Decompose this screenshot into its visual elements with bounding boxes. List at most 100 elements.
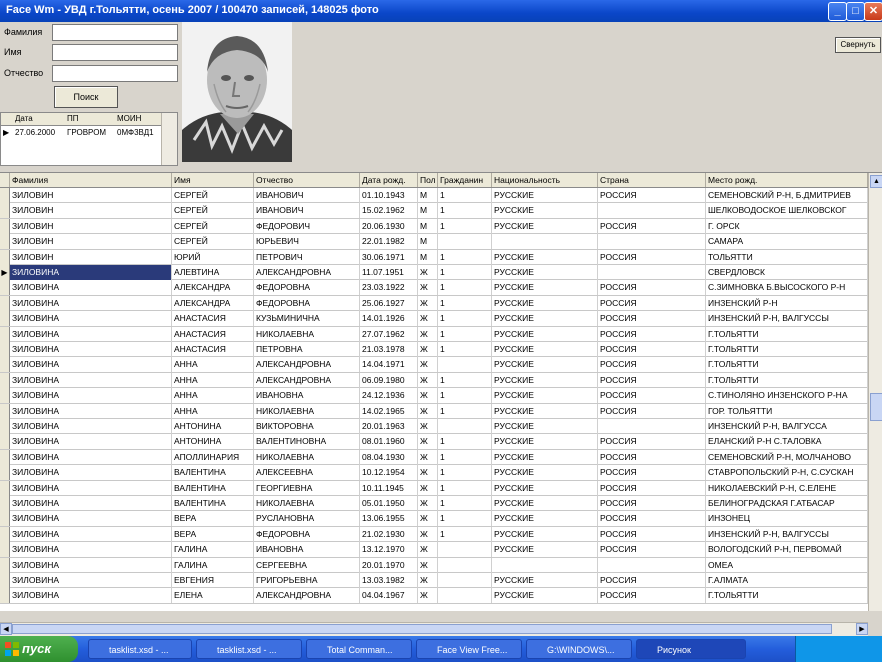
taskbar-button[interactable]: tasklist.xsd - ... (196, 639, 302, 659)
row-selector[interactable] (0, 326, 10, 342)
table-row[interactable]: ЗИЛОВИН СЕРГЕЙ ИВАНОВИЧ 15.02.1962 М 1 РУССКИЕ… (0, 203, 868, 219)
row-selector[interactable] (0, 280, 10, 296)
col-header-sex[interactable]: Пол (418, 173, 438, 187)
scroll-up-icon[interactable]: ▲ (870, 175, 882, 188)
maximize-button[interactable]: □ (846, 2, 865, 21)
row-selector[interactable] (0, 249, 10, 265)
row-selector[interactable] (0, 342, 10, 357)
row-selector[interactable] (0, 434, 10, 450)
cell-country: РОССИЯ (598, 496, 706, 511)
results-vertical-scrollbar[interactable]: ▲ (868, 173, 882, 611)
col-header-citizen[interactable]: Гражданин (438, 173, 492, 187)
table-row[interactable]: ЗИЛОВИНА АНТОНИНА ВАЛЕНТИНОВНА 08.01.1960 Ж 1… (0, 434, 868, 450)
history-scrollbar[interactable] (161, 113, 177, 165)
table-row[interactable]: ЗИЛОВИНА ГАЛИНА ИВАНОВНА 13.12.1970 Ж РУССКИЕ… (0, 542, 868, 558)
row-selector[interactable] (0, 295, 10, 311)
col-header-nationality[interactable]: Национальность (492, 173, 598, 187)
col-header-surname[interactable]: Фамилия (10, 173, 172, 187)
row-selector[interactable] (0, 557, 10, 573)
col-header-birth-place[interactable]: Место рожд. (706, 173, 868, 187)
table-row[interactable]: ЗИЛОВИНА АНАСТАСИЯ КУЗЬМИНИЧНА 14.01.1926 Ж 1… (0, 311, 868, 327)
table-row[interactable]: ЗИЛОВИНА АНАСТАСИЯ НИКОЛАЕВНА 27.07.1962 Ж 1 Р… (0, 326, 868, 342)
table-row[interactable]: ЗИЛОВИНА АННА АЛЕКСАНДРОВНА 14.04.1971 Ж РУСС… (0, 357, 868, 373)
table-row[interactable]: ЗИЛОВИНА ВЕРА РУСЛАНОВНА 13.06.1955 Ж 1 РУССКИ… (0, 511, 868, 527)
table-row[interactable]: ЗИЛОВИНА АННА НИКОЛАЕВНА 14.02.1965 Ж 1 РУССКИ… (0, 403, 868, 419)
col-header-first-name[interactable]: Имя (172, 173, 254, 187)
results-horizontal-scrollbar[interactable]: ◀ ▶ (0, 622, 868, 636)
table-row[interactable]: ЗИЛОВИНА ГАЛИНА СЕРГЕЕВНА 20.01.1970 Ж ОМЕА (0, 557, 868, 573)
cell-birth-date: 11.07.1951 (360, 265, 418, 280)
row-selector[interactable] (0, 388, 10, 404)
history-row[interactable]: ▶ 27.06.2000 ГРОВРОМ 0МФ3ВД1 (1, 127, 161, 139)
cell-sex: Ж (418, 295, 438, 311)
taskbar-button[interactable]: Рисунок (636, 639, 746, 659)
table-row[interactable]: ЗИЛОВИНА ВАЛЕНТИНА НИКОЛАЕВНА 05.01.1950 Ж 1 Р… (0, 496, 868, 512)
row-selector[interactable] (0, 419, 10, 434)
row-selector[interactable] (0, 188, 10, 203)
cell-birth-place: С.ЗИМНОВКА Б.ВЫСОСКОГО Р-Н (706, 280, 868, 296)
patronymic-input[interactable] (52, 65, 178, 82)
close-button[interactable]: ✕ (864, 2, 882, 21)
row-selector[interactable] (0, 542, 10, 558)
table-row[interactable]: ЗИЛОВИНА ВЕРА ФЕДОРОВНА 21.02.1930 Ж 1 РУССКИЕ… (0, 526, 868, 543)
col-header-country[interactable]: Страна (598, 173, 706, 187)
table-row[interactable]: ЗИЛОВИН СЕРГЕЙ ИВАНОВИЧ 01.10.1943 М 1 РУССКИЕ… (0, 188, 868, 204)
cell-first-name: СЕРГЕЙ (172, 203, 254, 219)
table-row[interactable]: ЗИЛОВИНА АННА ИВАНОВНА 24.12.1936 Ж 1 РУССКИЕ Р… (0, 388, 868, 404)
taskbar-button[interactable]: Face View Free... (416, 639, 522, 659)
table-row[interactable]: ЗИЛОВИНА АННА АЛЕКСАНДРОВНА 06.09.1980 Ж 1 РУС… (0, 372, 868, 389)
minimize-button[interactable]: _ (828, 2, 847, 21)
col-header-patronymic[interactable]: Отчество (254, 173, 360, 187)
cell-sex: М (418, 188, 438, 203)
row-selector[interactable] (0, 234, 10, 250)
table-row[interactable]: ЗИЛОВИНА АПОЛЛИНАРИЯ НИКОЛАЕВНА 08.04.1930 Ж… (0, 449, 868, 466)
start-button[interactable]: пуск (0, 636, 78, 662)
table-row[interactable]: ЗИЛОВИНА АЛЕКСАНДРА ФЕДОРОВНА 25.06.1927 Ж 1 Р… (0, 295, 868, 312)
row-selector[interactable] (0, 465, 10, 481)
row-selector[interactable] (0, 573, 10, 588)
search-button[interactable]: Поиск (54, 86, 118, 108)
collapse-button[interactable]: Свернуть (835, 37, 881, 53)
horizontal-scroll-thumb[interactable] (12, 624, 832, 634)
row-selector[interactable] (0, 403, 10, 419)
row-selector[interactable] (0, 372, 10, 388)
row-selector[interactable] (0, 480, 10, 496)
cell-birth-place: ШЕЛКОВОДОСКОЕ ШЕЛКОВСКОГ (706, 203, 868, 219)
row-selector[interactable] (0, 588, 10, 604)
scroll-left-icon[interactable]: ◀ (0, 623, 12, 635)
table-row[interactable]: ЗИЛОВИНА ВАЛЕНТИНА АЛЕКСЕЕВНА 10.12.1954 Ж 1 Р… (0, 465, 868, 481)
table-row[interactable]: ЗИЛОВИНА АНАСТАСИЯ ПЕТРОВНА 21.03.1978 Ж 1 РУС… (0, 342, 868, 358)
history-col-date: Дата (15, 114, 33, 123)
cell-country: РОССИЯ (598, 357, 706, 373)
table-row[interactable]: ЗИЛОВИНА ВАЛЕНТИНА ГЕОРГИЕВНА 10.11.1945 Ж 1 Р… (0, 480, 868, 496)
table-row[interactable]: ЗИЛОВИН СЕРГЕЙ ЮРЬЕВИЧ 22.01.1982 М САМАРА (0, 234, 868, 250)
row-selector[interactable] (0, 357, 10, 373)
row-selector[interactable] (0, 511, 10, 527)
table-row[interactable]: ЗИЛОВИНА ЕВГЕНИЯ ГРИГОРЬЕВНА 13.03.1982 Ж РУС… (0, 573, 868, 589)
cell-citizen: 1 (438, 342, 492, 357)
cell-surname: ЗИЛОВИНА (10, 511, 172, 527)
name-input[interactable] (52, 44, 178, 61)
surname-input[interactable] (52, 24, 178, 41)
row-selector[interactable] (0, 526, 10, 542)
table-row[interactable]: ЗИЛОВИН ЮРИЙ ПЕТРОВИЧ 30.06.1971 М 1 РУССКИЕ РО… (0, 249, 868, 265)
table-row[interactable]: ▶ ЗИЛОВИНА АЛЕВТИНА АЛЕКСАНДРОВНА 11.07.1951… (0, 265, 868, 281)
table-row[interactable]: ЗИЛОВИНА АНТОНИНА ВИКТОРОВНА 20.01.1963 Ж РУС… (0, 419, 868, 435)
taskbar-button[interactable]: tasklist.xsd - ... (88, 639, 192, 659)
row-selector[interactable] (0, 449, 10, 465)
cell-first-name: ЕЛЕНА (172, 588, 254, 604)
table-row[interactable]: ЗИЛОВИНА АЛЕКСАНДРА ФЕДОРОВНА 23.03.1922 Ж 1 Р… (0, 280, 868, 296)
table-row[interactable]: ЗИЛОВИН СЕРГЕЙ ФЕДОРОВИЧ 20.06.1930 М 1 РУССКИ… (0, 218, 868, 235)
scroll-right-icon[interactable]: ▶ (856, 623, 868, 635)
taskbar-button[interactable]: Total Comman... (306, 639, 412, 659)
col-header-birth-date[interactable]: Дата рожд. (360, 173, 418, 187)
row-selector[interactable] (0, 496, 10, 511)
cell-surname: ЗИЛОВИНА (10, 357, 172, 373)
scroll-thumb[interactable] (870, 393, 882, 421)
row-selector[interactable] (0, 311, 10, 327)
row-selector[interactable] (0, 218, 10, 234)
row-selector[interactable] (0, 203, 10, 219)
row-selector[interactable]: ▶ (0, 265, 10, 280)
table-row[interactable]: ЗИЛОВИНА ЕЛЕНА АЛЕКСАНДРОВНА 04.04.1967 Ж РУС… (0, 588, 868, 604)
taskbar-button[interactable]: G:\WINDOWS\... (526, 639, 632, 659)
